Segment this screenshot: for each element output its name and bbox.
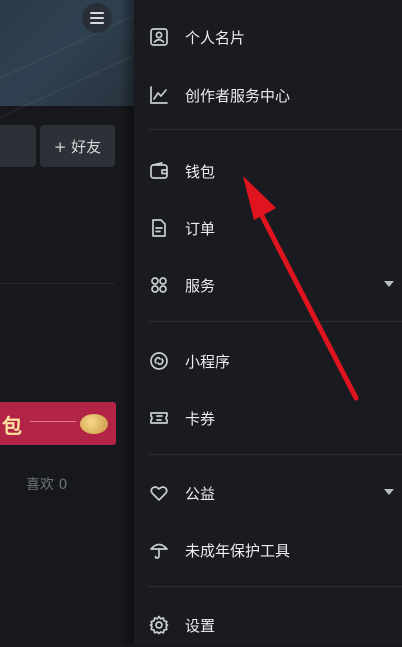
- menu-divider: [148, 454, 402, 455]
- menu-item-orders[interactable]: 订单: [134, 206, 402, 250]
- menu-item-mini-programs[interactable]: 小程序: [134, 339, 402, 383]
- promo-text: 包: [2, 414, 22, 438]
- hamburger-icon: [90, 12, 104, 24]
- menu-item-wallet[interactable]: 钱包: [134, 149, 402, 193]
- edit-profile-button[interactable]: [0, 125, 36, 167]
- menu-divider: [148, 586, 402, 587]
- menu-item-label: 未成年保护工具: [185, 542, 291, 560]
- menu-item-label: 设置: [185, 617, 216, 635]
- red-packet-promo-card[interactable]: 包: [0, 402, 116, 445]
- likes-tab[interactable]: 喜欢 0: [26, 474, 67, 494]
- umbrella-icon: [148, 539, 170, 561]
- coupon-ticket-icon: [148, 407, 170, 429]
- menu-item-label: 小程序: [185, 353, 231, 371]
- wallet-icon: [148, 160, 170, 182]
- menu-item-label: 公益: [185, 485, 216, 503]
- side-drawer-menu: 个人名片 创作者服务中心 钱包 订单 服务 小程序 卡券 公益 未成年保护工具 …: [134, 0, 402, 645]
- drawer-edge-shadow: [120, 0, 134, 645]
- promo-decoration: [30, 421, 76, 422]
- menu-item-coupons[interactable]: 卡券: [134, 396, 402, 440]
- menu-item-profile-card[interactable]: 个人名片: [134, 15, 402, 59]
- menu-item-label: 卡券: [185, 410, 216, 428]
- profile-page-background: + 好友 包 喜欢 0: [0, 0, 134, 645]
- menu-item-charity[interactable]: 公益: [134, 471, 402, 515]
- menu-item-label: 钱包: [185, 163, 216, 181]
- mini-program-link-icon: [148, 350, 170, 372]
- profile-card-icon: [148, 26, 170, 48]
- menu-item-services[interactable]: 服务: [134, 263, 402, 307]
- expand-caret-icon: [384, 489, 394, 495]
- add-friend-button[interactable]: + 好友: [40, 125, 115, 167]
- menu-item-label: 个人名片: [185, 29, 246, 47]
- menu-item-creator-center[interactable]: 创作者服务中心: [134, 73, 402, 117]
- heart-icon: [148, 482, 170, 504]
- order-document-icon: [148, 217, 170, 239]
- profile-banner: [0, 0, 134, 119]
- menu-divider: [148, 129, 402, 130]
- trend-chart-icon: [148, 84, 170, 106]
- menu-divider: [148, 321, 402, 322]
- menu-item-minor-protection[interactable]: 未成年保护工具: [134, 528, 402, 572]
- menu-item-label: 订单: [185, 220, 216, 238]
- grid-apps-icon: [148, 274, 170, 296]
- divider: [0, 283, 115, 284]
- menu-item-label: 创作者服务中心: [185, 87, 291, 105]
- menu-item-settings[interactable]: 设置: [134, 603, 402, 647]
- gear-icon: [148, 614, 170, 636]
- menu-item-label: 服务: [185, 277, 216, 295]
- hamburger-menu-button[interactable]: [82, 3, 112, 33]
- coin-icon: [80, 414, 108, 434]
- expand-caret-icon: [384, 281, 394, 287]
